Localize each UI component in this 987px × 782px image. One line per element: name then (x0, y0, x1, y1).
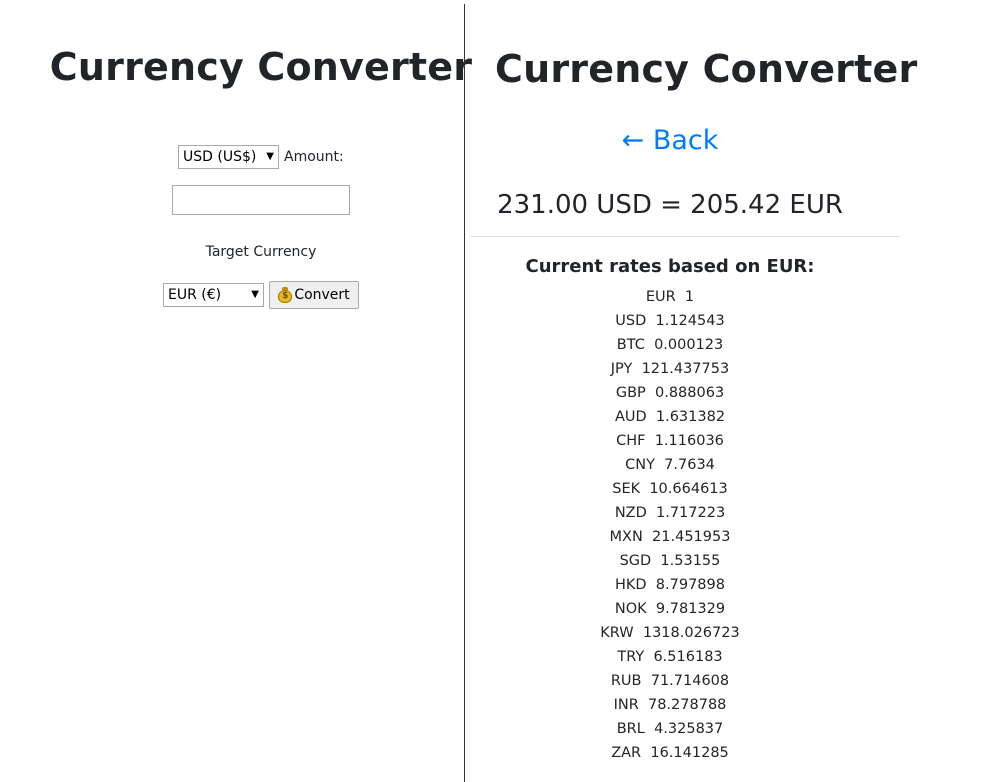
rate-code: BTC (616, 337, 645, 353)
rate-row: ZAR 16.141285 (465, 741, 875, 765)
rate-row: GBP 0.888063 (465, 381, 875, 405)
rates-heading: Current rates based on EUR: (525, 256, 815, 277)
rate-code: USD (615, 313, 647, 329)
rate-code: CNY (625, 457, 655, 473)
rate-value: 1.53155 (660, 553, 721, 569)
rate-code: INR (613, 697, 639, 713)
rate-code: EUR (645, 289, 676, 305)
rate-code: HKD (615, 577, 647, 593)
rate-value: 7.7634 (664, 457, 715, 473)
rate-value: 1.116036 (654, 433, 724, 449)
convert-button[interactable]: $ Convert (269, 281, 359, 309)
rate-code: MXN (609, 529, 643, 545)
rate-row: MXN 21.451953 (465, 525, 875, 549)
rate-row: BRL 4.325837 (465, 717, 875, 741)
rate-row: AUD 1.631382 (465, 405, 875, 429)
rate-row: INR 78.278788 (465, 693, 875, 717)
money-bag-icon: $ (278, 287, 293, 303)
rates-list: EUR 1 USD 1.124543 BTC 0.000123 JPY 121.437… (465, 285, 875, 765)
rate-row: TRY 6.516183 (465, 645, 875, 669)
rate-value: 121.437753 (641, 361, 730, 377)
back-link[interactable]: ← Back (465, 122, 875, 160)
source-currency-select[interactable]: USD (US$) ▼ (178, 145, 279, 169)
converter-form-pane: Currency Converter USD (US$) ▼ Amount: T… (0, 0, 472, 782)
rate-code: BRL (616, 721, 645, 737)
rate-value: 4.325837 (654, 721, 724, 737)
source-row: USD (US$) ▼ Amount: (178, 145, 344, 169)
chevron-down-icon: ▼ (266, 151, 274, 162)
rate-value: 21.451953 (652, 529, 731, 545)
target-currency-value: EUR (€) (168, 287, 222, 303)
rate-row: NOK 9.781329 (465, 597, 875, 621)
rate-code: CHF (616, 433, 646, 449)
rate-value: 1.631382 (655, 409, 726, 425)
amount-input[interactable] (172, 185, 350, 215)
rate-row: RUB 71.714608 (465, 669, 875, 693)
rate-value: 78.278788 (648, 697, 727, 713)
rate-row: NZD 1.717223 (465, 501, 875, 525)
target-row: EUR (€) ▼ $ Convert (163, 281, 359, 309)
rate-row: JPY 121.437753 (465, 357, 875, 381)
convert-button-label: Convert (294, 287, 350, 303)
rate-value: 10.664613 (649, 481, 728, 497)
rate-code: SEK (612, 481, 641, 497)
rate-code: AUD (614, 409, 647, 425)
source-currency-value: USD (US$) (183, 149, 257, 165)
page-title: Currency Converter (49, 45, 473, 89)
rate-value: 0.000123 (654, 337, 724, 353)
rate-value: 1.717223 (655, 505, 726, 521)
rate-row: SGD 1.53155 (465, 549, 875, 573)
chevron-down-icon: ▼ (251, 289, 259, 300)
rate-value: 8.797898 (655, 577, 725, 593)
rate-value: 0.888063 (654, 385, 725, 401)
rate-value: 1.124543 (655, 313, 725, 329)
rate-code: NZD (614, 505, 647, 521)
rate-row: BTC 0.000123 (465, 333, 875, 357)
rate-value: 9.781329 (655, 601, 726, 617)
rate-row: CNY 7.7634 (465, 453, 875, 477)
target-currency-select[interactable]: EUR (€) ▼ (163, 283, 264, 307)
rate-code: GBP (615, 385, 646, 401)
rate-row: KRW 1318.026723 (465, 621, 875, 645)
amount-label: Amount: (284, 149, 344, 165)
rate-row: HKD 8.797898 (465, 573, 875, 597)
rate-value: 16.141285 (650, 745, 729, 761)
rate-value: 6.516183 (653, 649, 723, 665)
rate-value: 1 (684, 289, 695, 305)
rate-value: 1318.026723 (642, 625, 740, 641)
rate-row: CHF 1.116036 (465, 429, 875, 453)
rate-code: JPY (610, 361, 633, 377)
rate-code: NOK (614, 601, 647, 617)
rate-value: 71.714608 (650, 673, 730, 689)
app-window: Currency Converter USD (US$) ▼ Amount: T… (0, 0, 987, 782)
rate-code: KRW (600, 625, 634, 641)
separator (470, 236, 900, 237)
rate-code: SGD (619, 553, 652, 569)
rate-row: EUR 1 (465, 285, 875, 309)
target-currency-label: Target Currency (205, 244, 317, 260)
result-pane: Currency Converter ← Back 231.00 USD = 2… (465, 0, 987, 782)
conversion-result: 231.00 USD = 205.42 EUR (497, 190, 843, 220)
result-page-title: Currency Converter (495, 47, 918, 91)
rate-row: SEK 10.664613 (465, 477, 875, 501)
rate-row: USD 1.124543 (465, 309, 875, 333)
rate-code: RUB (610, 673, 642, 689)
rate-code: ZAR (611, 745, 642, 761)
rate-code: TRY (617, 649, 645, 665)
